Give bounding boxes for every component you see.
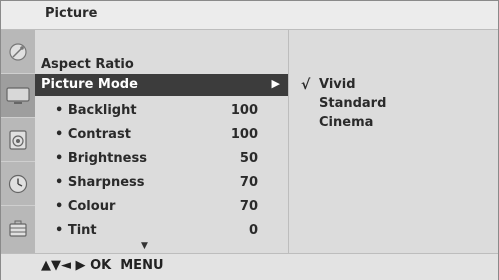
menu-item-sharpness[interactable]: • Sharpness 70: [35, 172, 288, 194]
lock-icon[interactable]: [1, 206, 35, 250]
scroll-down-icon[interactable]: ▼: [141, 241, 148, 251]
option-cinema[interactable]: Cinema: [319, 115, 373, 130]
osd-frame: Picture Aspect Ratio Picture Mode ▶ • Ba…: [0, 0, 499, 280]
menu-item-label: • Colour: [55, 199, 116, 214]
menu-item-brightness[interactable]: • Brightness 50: [35, 148, 288, 170]
menu-item-label: • Backlight: [55, 103, 137, 118]
menu-item-value: 70: [239, 175, 258, 190]
menu-item-value: 100: [230, 103, 258, 118]
menu-item-label: • Sharpness: [55, 175, 145, 190]
option-vivid[interactable]: Vivid: [319, 77, 356, 92]
expand-arrow-icon: ▶: [271, 77, 280, 90]
title-bar: Picture: [1, 1, 498, 30]
menu-item-label: • Contrast: [55, 127, 131, 142]
menu-item-picture-mode[interactable]: Picture Mode ▶: [35, 74, 288, 96]
speaker-icon[interactable]: [1, 118, 35, 162]
tv-screen-icon[interactable]: [1, 74, 35, 118]
nav-hint-bar: ▲▼◄ ▶ OK MENU: [1, 253, 498, 280]
menu-item-value: 0: [248, 223, 258, 238]
picture-menu: Aspect Ratio Picture Mode ▶ • Backlight …: [35, 30, 289, 253]
category-sidebar: [1, 30, 35, 253]
menu-item-aspect-ratio[interactable]: Aspect Ratio: [35, 54, 288, 76]
menu-item-label: Aspect Ratio: [41, 57, 134, 72]
page-title: Picture: [45, 6, 98, 21]
menu-item-tint[interactable]: • Tint 0: [35, 220, 288, 242]
menu-item-value: 100: [230, 127, 258, 142]
menu-item-label: • Brightness: [55, 151, 147, 166]
nav-hint: ▲▼◄ ▶ OK MENU: [41, 258, 164, 273]
menu-item-backlight[interactable]: • Backlight 100: [35, 100, 288, 122]
menu-item-colour[interactable]: • Colour 70: [35, 196, 288, 218]
navigation-arrows-icon: ▲▼◄ ▶: [41, 258, 86, 273]
satellite-dish-icon[interactable]: [1, 30, 35, 74]
option-standard[interactable]: Standard: [319, 96, 386, 111]
checkmark-icon: √: [301, 77, 311, 93]
menu-item-label: • Tint: [55, 223, 97, 238]
menu-item-label: Picture Mode: [41, 77, 138, 92]
ok-hint: OK: [90, 258, 112, 273]
menu-item-contrast[interactable]: • Contrast 100: [35, 124, 288, 146]
picture-mode-options: √ Vivid Standard Cinema: [289, 30, 498, 253]
clock-icon[interactable]: [1, 162, 35, 206]
menu-item-value: 50: [239, 151, 258, 166]
menu-hint: MENU: [120, 258, 164, 273]
menu-item-value: 70: [239, 199, 258, 214]
